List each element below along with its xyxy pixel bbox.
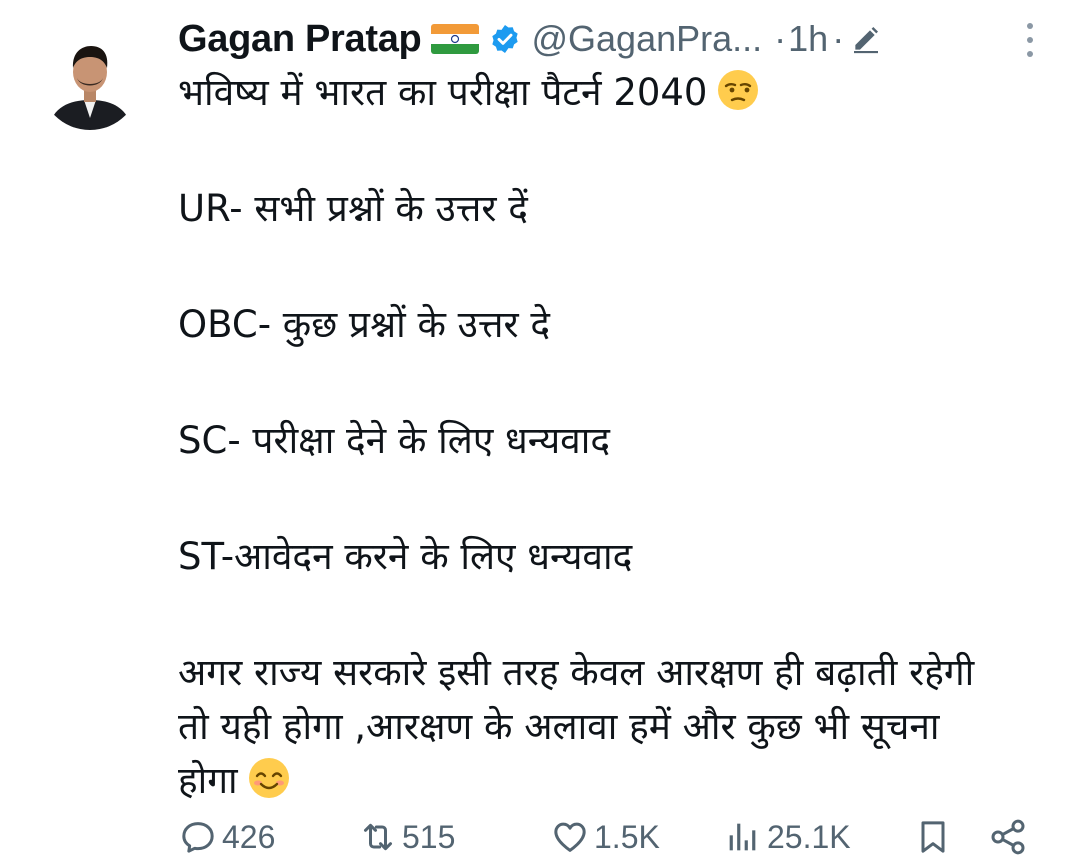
tweet-line: OBC- कुछ प्रश्नों के उत्तर दे [178, 303, 551, 346]
bookmark-button[interactable] [913, 817, 957, 857]
tweet-line: तो यही होगा ,आरक्षण के अलावा हमें और कुछ… [178, 705, 940, 748]
separator-dot: · [832, 18, 845, 59]
verified-badge-icon[interactable] [489, 23, 521, 55]
tweet-header: Gagan Pratap @GaganPra... · 1h · [178, 14, 1060, 64]
reply-button[interactable]: 426 [178, 817, 275, 857]
tweet: Gagan Pratap @GaganPra... · 1h · भविष्य … [0, 0, 1080, 867]
retweet-button[interactable]: 515 [358, 817, 455, 857]
like-count: 1.5K [594, 818, 660, 855]
share-icon [991, 819, 1025, 855]
avatar-image [40, 30, 140, 130]
bookmark-icon [921, 821, 945, 853]
user-handle[interactable]: @GaganPra... [531, 18, 762, 60]
tweet-line: ST-आवेदन करने के लिए धन्यवाद [178, 535, 633, 578]
more-options-icon[interactable] [1024, 20, 1036, 60]
retweet-icon [364, 823, 392, 851]
india-flag-icon [431, 24, 480, 54]
reply-count: 426 [222, 818, 276, 855]
views-count: 25.1K [767, 818, 851, 855]
tweet-line: UR- सभी प्रश्नों के उत्तर दें [178, 187, 528, 230]
tweet-line-text: होगा [178, 759, 238, 802]
separator-dot: · [774, 18, 787, 59]
share-button[interactable] [988, 817, 1032, 857]
views-button[interactable]: 25.1K [723, 817, 851, 857]
tweet-line: SC- परीक्षा देने के लिए धन्यवाद [178, 419, 610, 462]
pencil-icon[interactable] [850, 23, 882, 55]
unamused-face-emoji [717, 69, 759, 111]
display-name[interactable]: Gagan Pratap [178, 18, 422, 61]
like-button[interactable]: 1.5K [550, 817, 660, 857]
retweet-count: 515 [402, 818, 456, 855]
timestamp[interactable]: 1h [788, 18, 828, 60]
reply-icon [182, 822, 214, 853]
smiling-face-emoji [248, 757, 290, 799]
tweet-text: भविष्य में भारत का परीक्षा पैटर्न 2040 U… [178, 66, 1058, 808]
heart-icon [554, 822, 586, 852]
action-bar: 426 515 1.5K 25.1K [178, 812, 1048, 862]
tweet-line: भविष्य में भारत का परीक्षा पैटर्न 2040 [178, 66, 1058, 120]
tweet-line: होगा [178, 754, 1058, 808]
views-chart-icon [729, 823, 756, 851]
avatar[interactable] [40, 30, 140, 130]
tweet-line-text: भविष्य में भारत का परीक्षा पैटर्न 2040 [178, 71, 708, 114]
tweet-line: अगर राज्य सरकारे इसी तरह केवल आरक्षण ही … [178, 651, 975, 694]
